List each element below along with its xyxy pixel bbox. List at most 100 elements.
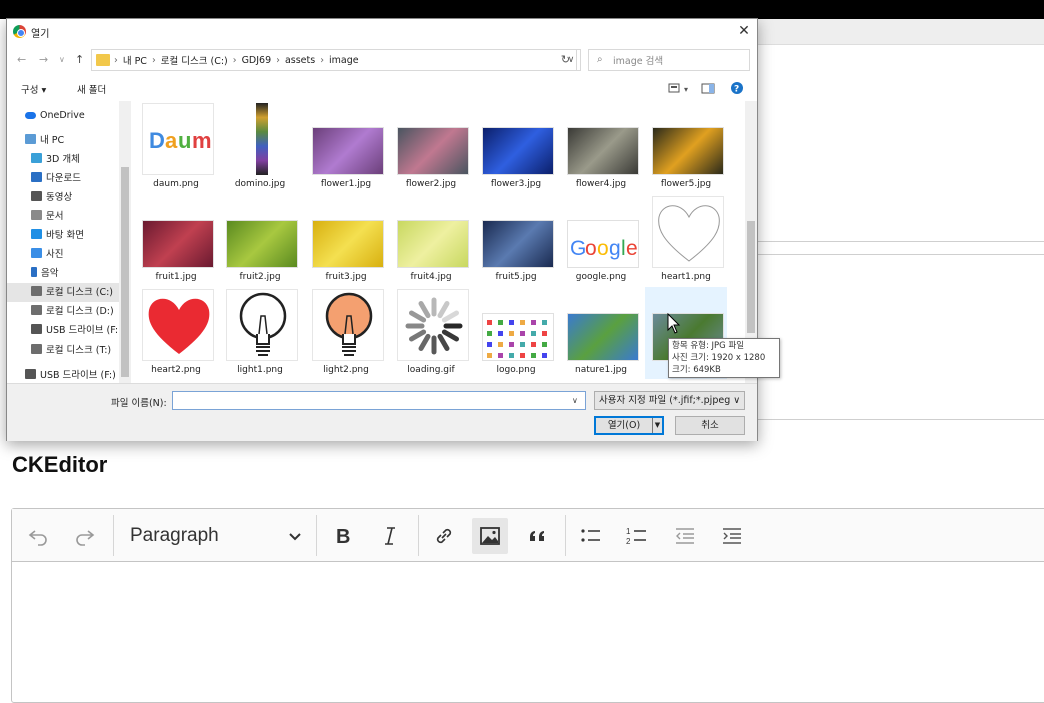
sidebar-item[interactable]: 로컬 디스크 (D:) bbox=[7, 302, 127, 321]
bold-icon: B bbox=[336, 526, 350, 548]
file-thumbnail bbox=[652, 127, 724, 175]
sidebar-item-label: 3D 개체 bbox=[46, 154, 80, 165]
sidebar-item[interactable]: 문서 bbox=[7, 207, 127, 226]
drive-icon bbox=[31, 344, 42, 354]
search-icon: ⌕ bbox=[597, 54, 603, 65]
search-input[interactable]: ⌕ image 검색 bbox=[588, 49, 750, 71]
refresh-button[interactable]: ↻ bbox=[555, 49, 577, 71]
filename-dropdown-icon[interactable]: ∨ bbox=[572, 396, 578, 405]
download-icon bbox=[31, 172, 42, 182]
breadcrumb-item[interactable]: 내 PC bbox=[123, 53, 147, 67]
organize-button[interactable]: 구성 ▾ bbox=[21, 82, 46, 96]
close-button[interactable]: ✕ bbox=[737, 23, 751, 39]
sidebar-item[interactable]: 로컬 디스크 (T:) bbox=[7, 341, 127, 360]
sidebar-item[interactable]: 로컬 디스크 (C:) bbox=[7, 283, 127, 302]
filetype-select[interactable]: 사용자 지정 파일 (*.jfif;*.pjpeg ∨ bbox=[594, 391, 745, 410]
file-item[interactable]: flower3.jpg bbox=[475, 101, 557, 193]
file-item[interactable]: light2.png bbox=[305, 287, 387, 379]
up-arrow-icon[interactable]: ↑ bbox=[75, 53, 84, 66]
breadcrumb-item[interactable]: GDJ69 bbox=[242, 55, 272, 66]
link-icon bbox=[436, 528, 452, 544]
bulleted-list-icon bbox=[581, 529, 600, 542]
page-title: CKEditor bbox=[12, 452, 108, 477]
file-item[interactable]: Go o g l e google.png bbox=[560, 194, 642, 286]
file-name: flower1.jpg bbox=[320, 179, 372, 189]
file-thumbnail bbox=[226, 103, 298, 175]
new-folder-button[interactable]: 새 폴더 bbox=[77, 82, 106, 96]
file-item[interactable]: loading.gif bbox=[390, 287, 472, 379]
file-item[interactable]: flower5.jpg bbox=[645, 101, 727, 193]
sidebar-item[interactable]: USB 드라이브 (F:) bbox=[7, 366, 127, 383]
breadcrumb-item[interactable]: assets bbox=[285, 55, 315, 66]
redo-button[interactable] bbox=[67, 518, 103, 554]
file-item[interactable]: flower1.jpg bbox=[305, 101, 387, 193]
file-item[interactable]: fruit2.jpg bbox=[219, 194, 301, 286]
link-button[interactable] bbox=[426, 518, 462, 554]
sidebar-item[interactable]: USB 드라이브 (F:) bbox=[7, 321, 127, 340]
file-item[interactable]: Da u m daum.png bbox=[135, 101, 217, 193]
file-item[interactable]: fruit5.jpg bbox=[475, 194, 557, 286]
document-icon bbox=[31, 210, 42, 220]
file-item[interactable]: domino.jpg bbox=[219, 101, 301, 193]
sidebar-item-label: 로컬 디스크 (D:) bbox=[46, 306, 114, 317]
sidebar-item[interactable]: 동영상 bbox=[7, 188, 127, 207]
editor-content-area[interactable] bbox=[12, 563, 1044, 703]
sidebar-item[interactable]: 바탕 화면 bbox=[7, 226, 127, 245]
file-item[interactable]: flower2.jpg bbox=[390, 101, 472, 193]
file-item[interactable]: logo.png bbox=[475, 287, 557, 379]
sidebar-item[interactable]: OneDrive bbox=[7, 106, 127, 125]
insert-image-button[interactable] bbox=[472, 518, 508, 554]
italic-button[interactable] bbox=[372, 518, 408, 554]
sidebar-item-label: 내 PC bbox=[40, 135, 65, 146]
svg-text:▾: ▾ bbox=[684, 85, 688, 94]
breadcrumb-item[interactable]: 로컬 디스크 (C:) bbox=[161, 53, 228, 67]
command-bar: 구성 ▾ 새 폴더 ▾ ? bbox=[7, 76, 757, 100]
cancel-button[interactable]: 취소 bbox=[675, 416, 745, 435]
file-item[interactable]: fruit4.jpg bbox=[390, 194, 472, 286]
file-item[interactable]: fruit1.jpg bbox=[135, 194, 217, 286]
file-item[interactable]: heart2.png bbox=[135, 287, 217, 379]
file-item[interactable]: flower4.jpg bbox=[560, 101, 642, 193]
numbered-list-icon: 12 bbox=[626, 527, 646, 546]
file-open-dialog: 열기 ✕ ← → ∨ ↑ › 내 PC › 로컬 디스크 (C:) › GDJ6… bbox=[6, 18, 758, 441]
open-button[interactable]: 열기(O) ▼ bbox=[594, 416, 664, 435]
open-split-arrow-icon[interactable]: ▼ bbox=[652, 418, 662, 433]
file-item[interactable]: nature1.jpg bbox=[560, 287, 642, 379]
sidebar-item[interactable]: 음악 bbox=[7, 264, 127, 283]
blockquote-button[interactable] bbox=[520, 518, 556, 554]
numbered-list-button[interactable]: 12 bbox=[619, 518, 655, 554]
bulleted-list-button[interactable] bbox=[573, 518, 609, 554]
file-thumbnail bbox=[482, 220, 554, 268]
video-icon bbox=[31, 191, 42, 201]
mouse-cursor-icon bbox=[667, 313, 681, 334]
address-bar[interactable]: › 내 PC › 로컬 디스크 (C:) › GDJ69 › assets › … bbox=[91, 49, 581, 71]
back-arrow-icon[interactable]: ← bbox=[17, 53, 26, 66]
sidebar-item-label: 문서 bbox=[46, 211, 64, 222]
view-options[interactable]: ▾ ? bbox=[657, 81, 747, 95]
screen-top-bar bbox=[0, 0, 1044, 19]
undo-button[interactable] bbox=[20, 518, 56, 554]
svg-text:o: o bbox=[597, 237, 609, 260]
heading-dropdown-label: Paragraph bbox=[130, 525, 219, 546]
outdent-button[interactable] bbox=[667, 518, 703, 554]
sidebar-item[interactable]: 다운로드 bbox=[7, 169, 127, 188]
indent-button[interactable] bbox=[714, 518, 750, 554]
forward-arrow-icon[interactable]: → bbox=[39, 53, 48, 66]
recent-dropdown-icon[interactable]: ∨ bbox=[59, 55, 65, 64]
file-item[interactable]: fruit3.jpg bbox=[305, 194, 387, 286]
file-name: heart2.png bbox=[151, 365, 201, 375]
bold-button[interactable]: B bbox=[325, 518, 361, 554]
file-thumbnail bbox=[312, 220, 384, 268]
file-thumbnail bbox=[482, 313, 554, 361]
sidebar-item[interactable]: 내 PC bbox=[7, 131, 127, 150]
sidebar-item[interactable]: 사진 bbox=[7, 245, 127, 264]
sidebar-scrollbar[interactable] bbox=[119, 101, 131, 383]
page-divider bbox=[757, 419, 1044, 420]
file-item[interactable]: light1.png bbox=[219, 287, 301, 379]
address-row: ← → ∨ ↑ › 내 PC › 로컬 디스크 (C:) › GDJ69 › a… bbox=[7, 45, 757, 75]
heading-dropdown[interactable]: Paragraph bbox=[119, 518, 309, 554]
breadcrumb-item[interactable]: image bbox=[329, 55, 359, 66]
file-item[interactable]: heart1.png bbox=[645, 194, 727, 286]
filename-input[interactable] bbox=[172, 391, 586, 410]
sidebar-item[interactable]: 3D 개체 bbox=[7, 150, 127, 169]
